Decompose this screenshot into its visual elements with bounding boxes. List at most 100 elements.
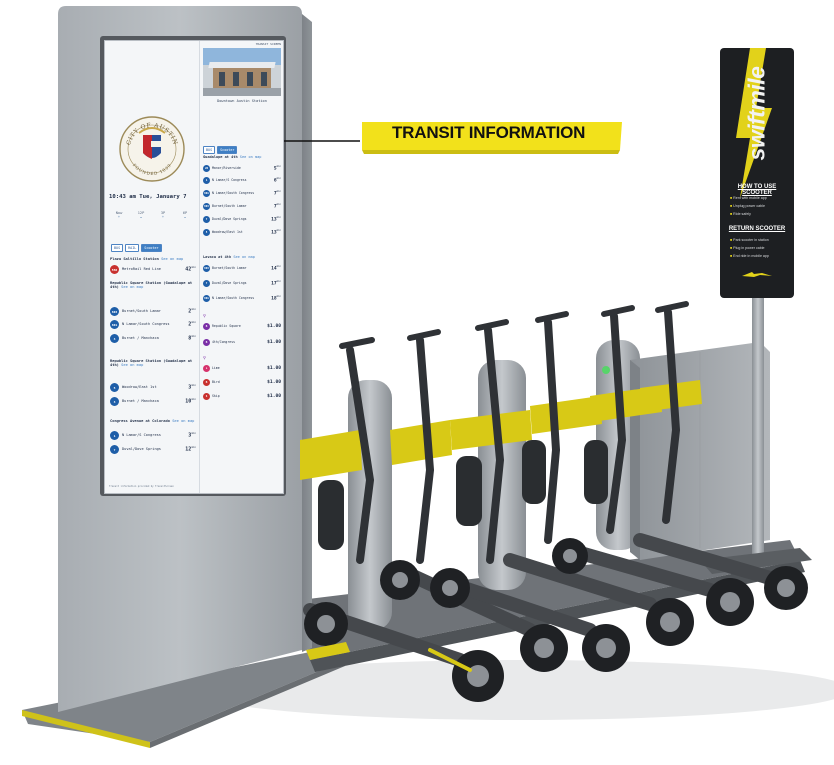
screen-footer: Transit information provided by TransitS… xyxy=(109,485,174,488)
departure-row: 801 N Lamar/South Congress 7min xyxy=(203,190,281,197)
kiosk-screen: CITY OF AUSTIN FOUNDED 1839 10:43 am Tue… xyxy=(104,40,284,494)
departure-row: 7 Duval/Dove Springs 13min xyxy=(203,216,281,223)
route-badge: 801 xyxy=(110,320,119,329)
scooter-share-row: B Bird $1.00 xyxy=(203,379,281,386)
screen-right-column: TRANSIT SCREEN Downtown Austin Station B… xyxy=(201,41,283,493)
departure-row: 803 Burnet/South Lamar 2min xyxy=(110,307,196,316)
route-name: Woodrow/East 1st xyxy=(212,229,243,234)
left-mode-filters: BUS RAIL Scooter xyxy=(111,244,162,252)
bikeshare-row: B Republic Square $1.00 xyxy=(203,323,281,330)
filter-rail[interactable]: RAIL xyxy=(125,244,140,252)
see-on-map-link[interactable]: See on map xyxy=(240,155,262,159)
route-badge: 801 xyxy=(203,190,210,197)
cloud-icon: ☁ xyxy=(183,215,187,219)
scooter-share-badge: B xyxy=(203,379,210,386)
route-name: Duval/Dove Springs xyxy=(212,216,247,221)
route-badge: 20 xyxy=(203,165,210,172)
bike-icon: ⚲ xyxy=(203,313,206,318)
swiftmile-sign: swiftmile HOW TO USE SCOOTER ■Rent with … xyxy=(720,48,794,298)
filter-bus[interactable]: BUS xyxy=(111,244,124,252)
transit-screen-header: TRANSIT SCREEN xyxy=(255,42,281,46)
return-scooter-title: RETURN SCOOTER xyxy=(728,226,786,232)
station-photo xyxy=(203,48,281,96)
bikeshare-price: $1.00 xyxy=(267,324,281,329)
stop-title: Guadalupe at 4th See on map xyxy=(203,155,262,159)
scooter-share-name: Lime xyxy=(212,365,220,370)
departure-row: 1 N Lamar/S Congress 6min xyxy=(203,177,281,184)
route-name: N Lamar/South Congress xyxy=(122,321,170,326)
filter-scooter[interactable]: Scooter xyxy=(217,146,238,154)
route-name: Manor/Riverside xyxy=(212,165,241,170)
transit-information-callout: TRANSIT INFORMATION xyxy=(392,123,586,142)
departure-row: 801 N Lamar/South Congress 2min xyxy=(110,320,196,329)
how-to-step: ■Rent with mobile app xyxy=(730,196,767,200)
route-name: MetroRail Red Line xyxy=(122,266,161,271)
filter-bus[interactable]: BUS xyxy=(203,146,216,154)
route-badge: 803 xyxy=(203,265,210,272)
bikeshare-row: B 4th/Congress $1.00 xyxy=(203,339,281,346)
departure-row: 7 Duval/Dove Springs 17min xyxy=(203,280,281,287)
clock-date: 10:43 am Tue, January 7 xyxy=(109,194,187,200)
see-on-map-link[interactable]: See on map xyxy=(121,363,143,367)
scooter-share-name: Bird xyxy=(212,379,220,384)
route-badge: 803 xyxy=(203,203,210,210)
route-name: N Lamar/S Congress xyxy=(122,432,161,437)
route-name: N Lamar/South Congress xyxy=(212,295,255,300)
see-on-map-link[interactable]: See on map xyxy=(121,285,143,289)
bikeshare-badge: B xyxy=(203,339,210,346)
route-name: Burnet/South Lamar xyxy=(212,203,247,208)
departure-row: 1 N Lamar/S Congress 3min xyxy=(110,431,196,440)
departure-row: 5 Woodrow/East 1st 13min xyxy=(203,229,281,236)
departure-minutes: 7min xyxy=(273,190,281,197)
sun-icon: ☀ xyxy=(161,215,165,219)
departure-minutes: 12min xyxy=(185,446,196,453)
return-step: ■Park scooter in station xyxy=(730,238,769,242)
bikeshare-price: $1.00 xyxy=(267,340,281,345)
route-name: Woodrow/East 1st xyxy=(122,384,157,389)
scooter-share-price: $1.00 xyxy=(267,366,281,371)
route-badge: 7 xyxy=(203,216,210,223)
stop-title: Republic Square Station (Guadalupe at 4t… xyxy=(110,359,193,368)
departure-minutes: 8min xyxy=(188,335,196,342)
see-on-map-link[interactable]: See on map xyxy=(161,257,183,261)
departure-minutes: 42min xyxy=(185,266,196,273)
scooter-share-price: $1.00 xyxy=(267,380,281,385)
see-on-map-link[interactable]: See on map xyxy=(172,419,194,423)
right-mode-filters: BUS Scooter xyxy=(203,146,238,154)
route-name: Burnet/South Lamar xyxy=(122,308,161,313)
route-badge: 7 xyxy=(203,280,210,287)
route-name: Duval/Dove Springs xyxy=(212,280,247,285)
route-badge: 5 xyxy=(203,229,210,236)
departure-minutes: 2min xyxy=(188,308,196,315)
sun-icon: ☀ xyxy=(117,215,121,219)
departure-row: 803 Burnet/South Lamar 14min xyxy=(203,265,281,272)
how-to-step: ■Ride safely xyxy=(730,212,751,216)
return-step: ■End ride in mobile app xyxy=(730,254,769,258)
route-name: N Lamar/S Congress xyxy=(212,177,247,182)
scooter-share-price: $1.00 xyxy=(267,394,281,399)
route-badge: 1 xyxy=(203,177,210,184)
how-to-step: ■Unplug power cable xyxy=(730,204,765,208)
departure-minutes: 2min xyxy=(188,321,196,328)
scooter-share-badge: S xyxy=(203,393,210,400)
how-to-use-title: HOW TO USE SCOOTER xyxy=(737,184,777,196)
departure-row: 801 N Lamar/South Congress 18min xyxy=(203,295,281,302)
departure-minutes: 10min xyxy=(185,398,196,405)
filter-scooter[interactable]: Scooter xyxy=(141,244,162,252)
route-name: Burnet / Manchaca xyxy=(122,335,159,340)
bikeshare-badge: B xyxy=(203,323,210,330)
route-badge: 1 xyxy=(110,431,119,440)
departure-minutes: 3min xyxy=(188,432,196,439)
departure-row: 20 Manor/Riverside 5min xyxy=(203,165,281,172)
departure-row: 3 Burnet / Manchaca 8min xyxy=(110,334,196,343)
screen-left-column: CITY OF AUSTIN FOUNDED 1839 10:43 am Tue… xyxy=(105,41,200,493)
cloud-icon: ☁ xyxy=(139,215,143,219)
route-name: N Lamar/South Congress xyxy=(212,190,255,195)
sign-footer-logo-icon xyxy=(742,272,772,277)
route-name: Burnet/South Lamar xyxy=(212,265,247,270)
stop-title: Lavaca at 4th See on map xyxy=(203,255,255,259)
route-name: Duval/Dove Springs xyxy=(122,446,161,451)
scooter-share-name: Skip xyxy=(212,393,220,398)
see-on-map-link[interactable]: See on map xyxy=(233,255,255,259)
route-badge: 3 xyxy=(110,397,119,406)
